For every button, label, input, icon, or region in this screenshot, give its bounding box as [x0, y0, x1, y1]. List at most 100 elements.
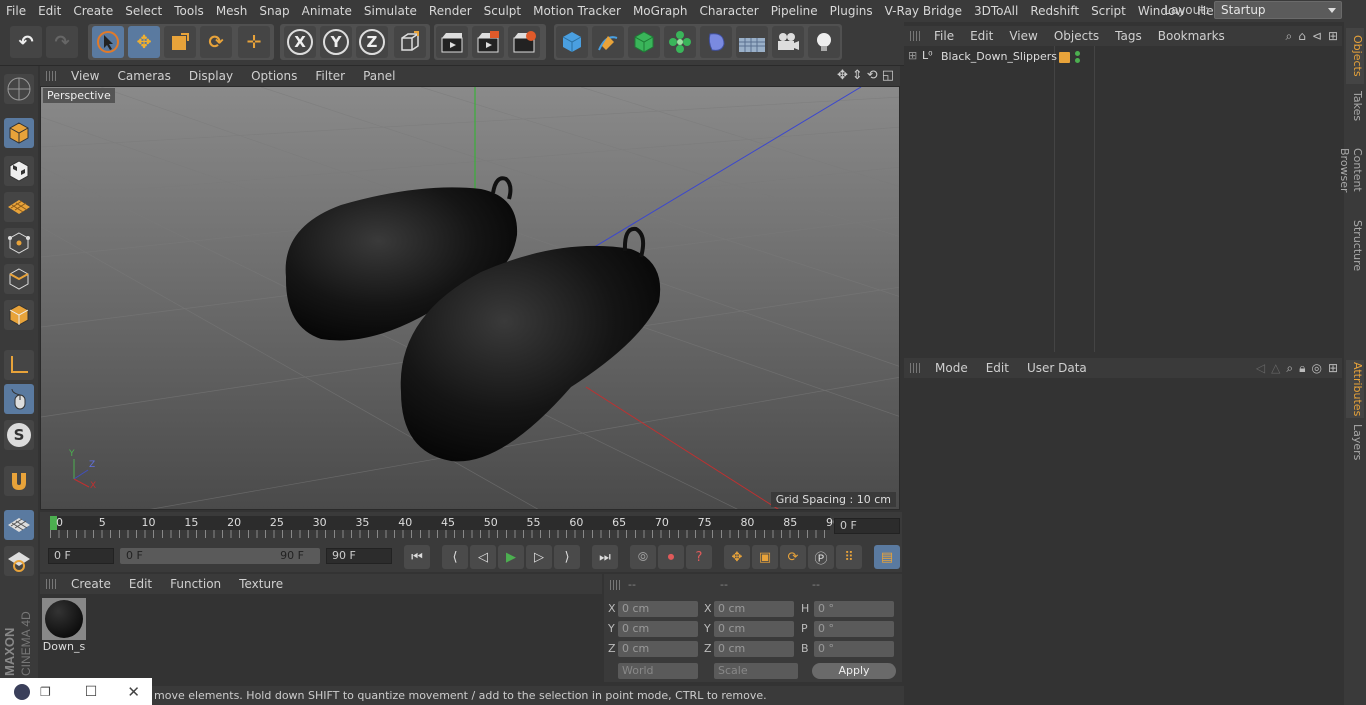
object-menu-tags[interactable]: Tags [1107, 29, 1150, 43]
panel-handle-icon[interactable] [910, 363, 920, 373]
viewport-rotate-icon[interactable]: ⟲ [867, 68, 878, 83]
cloner-icon[interactable] [664, 26, 696, 58]
go-to-start-icon[interactable]: ⏮ [404, 545, 430, 569]
menu-file[interactable]: File [0, 0, 32, 22]
workplane-lock-icon[interactable] [4, 510, 34, 540]
arrow-up-icon[interactable]: △ [1271, 361, 1280, 376]
size-mode-dropdown[interactable]: Scale [714, 663, 798, 679]
points-mode-icon[interactable] [4, 228, 34, 258]
panel-handle-icon[interactable] [610, 580, 620, 590]
menu-pipeline[interactable]: Pipeline [765, 0, 824, 22]
menu-tools[interactable]: Tools [168, 0, 210, 22]
menu-edit[interactable]: Edit [32, 0, 67, 22]
layout-dropdown[interactable]: Startup [1214, 1, 1342, 19]
attribute-menu-edit[interactable]: Edit [977, 361, 1018, 375]
panel-handle-icon[interactable] [910, 31, 920, 41]
viewport-maximize-icon[interactable]: ◱ [882, 68, 894, 83]
coordinate-system-icon[interactable] [394, 26, 426, 58]
camera-icon[interactable] [772, 26, 804, 58]
viewport-menu-panel[interactable]: Panel [354, 69, 404, 83]
object-menu-objects[interactable]: Objects [1046, 29, 1107, 43]
object-menu-bookmarks[interactable]: Bookmarks [1150, 29, 1233, 43]
menu-3dtoall[interactable]: 3DToAll [968, 0, 1024, 22]
locked-workplane-icon[interactable] [4, 546, 34, 576]
previous-frame-icon[interactable]: ◁ [470, 545, 496, 569]
pos-x-field[interactable]: 0 cm [618, 601, 698, 617]
panel-handle-icon[interactable] [46, 579, 56, 589]
object-name[interactable]: Black_Down_Slippers [941, 50, 1057, 63]
tab-objects[interactable]: Objects [1346, 28, 1364, 84]
menu-select[interactable]: Select [119, 0, 168, 22]
menu-mesh[interactable]: Mesh [210, 0, 254, 22]
key-parameter-icon[interactable]: Ⓟ [808, 545, 834, 569]
menu-animate[interactable]: Animate [296, 0, 358, 22]
next-keyframe-icon[interactable]: ⟩ [554, 545, 580, 569]
go-to-end-icon[interactable]: ⏭ [592, 545, 618, 569]
key-scale-icon[interactable]: ▣ [752, 545, 778, 569]
rot-b-field[interactable]: 0 ° [814, 641, 894, 657]
tab-layers[interactable]: Layers [1346, 422, 1364, 462]
menu-character[interactable]: Character [693, 0, 764, 22]
lock-icon[interactable]: 🔒︎ [1299, 361, 1305, 376]
pos-z-field[interactable]: 0 cm [618, 641, 698, 657]
render-settings-icon[interactable] [508, 26, 540, 58]
key-position-icon[interactable]: ✥ [724, 545, 750, 569]
tab-content-browser[interactable]: Content Browser [1338, 126, 1364, 214]
auto-keying-icon[interactable]: ⏺ [658, 545, 684, 569]
close-icon[interactable]: ✕ [127, 683, 140, 701]
previous-keyframe-icon[interactable]: ⟨ [442, 545, 468, 569]
texture-mode-icon[interactable] [4, 156, 34, 186]
material-menu-texture[interactable]: Texture [230, 577, 292, 591]
next-frame-icon[interactable]: ▷ [526, 545, 552, 569]
search-icon[interactable]: ⌕ [1286, 361, 1293, 376]
viewport-menu-filter[interactable]: Filter [306, 69, 354, 83]
material-menu-edit[interactable]: Edit [120, 577, 161, 591]
material-menu-create[interactable]: Create [62, 577, 120, 591]
menu-render[interactable]: Render [423, 0, 478, 22]
render-view-icon[interactable] [436, 26, 468, 58]
menu-mograph[interactable]: MoGraph [627, 0, 694, 22]
viewport-menu-display[interactable]: Display [180, 69, 242, 83]
record-keys-icon[interactable]: ⦾ [630, 545, 656, 569]
move-tool-icon[interactable]: ✥ [128, 26, 160, 58]
size-x-field[interactable]: 0 cm [714, 601, 794, 617]
attribute-menu-user-data[interactable]: User Data [1018, 361, 1096, 375]
menu-redshift[interactable]: Redshift [1024, 0, 1085, 22]
restore-icon[interactable]: ❐ [40, 685, 51, 699]
layer-color-tag[interactable] [1059, 52, 1070, 63]
current-frame-field[interactable]: 0 F [834, 518, 900, 534]
back-icon[interactable]: ⊲ [1312, 29, 1322, 44]
light-icon[interactable] [808, 26, 840, 58]
subdivision-surface-icon[interactable] [628, 26, 660, 58]
edges-mode-icon[interactable] [4, 264, 34, 294]
redo-icon[interactable]: ↷ [46, 26, 78, 58]
rot-h-field[interactable]: 0 ° [814, 601, 894, 617]
workplane-icon[interactable] [4, 192, 34, 222]
floor-icon[interactable] [736, 26, 768, 58]
viewport-menu-view[interactable]: View [62, 69, 108, 83]
viewport-move-icon[interactable]: ✥ [837, 68, 848, 83]
expand-icon[interactable]: ⊞ [908, 49, 917, 62]
size-z-field[interactable]: 0 cm [714, 641, 794, 657]
snap-magnet-icon[interactable] [4, 466, 34, 496]
keyframe-selection-icon[interactable]: ? [686, 545, 712, 569]
arrow-back-icon[interactable]: ◁ [1256, 361, 1265, 376]
menu-simulate[interactable]: Simulate [358, 0, 423, 22]
panel-handle-icon[interactable] [46, 71, 56, 81]
editor-visibility-dot[interactable] [1075, 51, 1080, 56]
menu-motion-tracker[interactable]: Motion Tracker [527, 0, 627, 22]
deformer-icon[interactable] [700, 26, 732, 58]
timeline-ruler[interactable]: 0 5 10 15 20 25 30 35 40 45 50 55 60 65 70 75 80 85 90 0 F [40, 512, 902, 542]
cube-icon[interactable] [556, 26, 588, 58]
render-to-picture-viewer-icon[interactable] [472, 26, 504, 58]
tab-structure[interactable]: Structure [1346, 218, 1364, 274]
tab-takes[interactable]: Takes [1346, 86, 1364, 126]
solo-icon[interactable]: S [4, 420, 34, 450]
key-point-level-icon[interactable]: ⠿ [836, 545, 862, 569]
make-editable-icon[interactable] [4, 74, 34, 104]
select-tool-icon[interactable] [92, 26, 124, 58]
min-frame-field[interactable]: 0 F [48, 548, 114, 564]
rot-p-field[interactable]: 0 ° [814, 621, 894, 637]
object-menu-edit[interactable]: Edit [962, 29, 1001, 43]
frame-range-slider[interactable]: 0 F 90 F [120, 548, 320, 564]
